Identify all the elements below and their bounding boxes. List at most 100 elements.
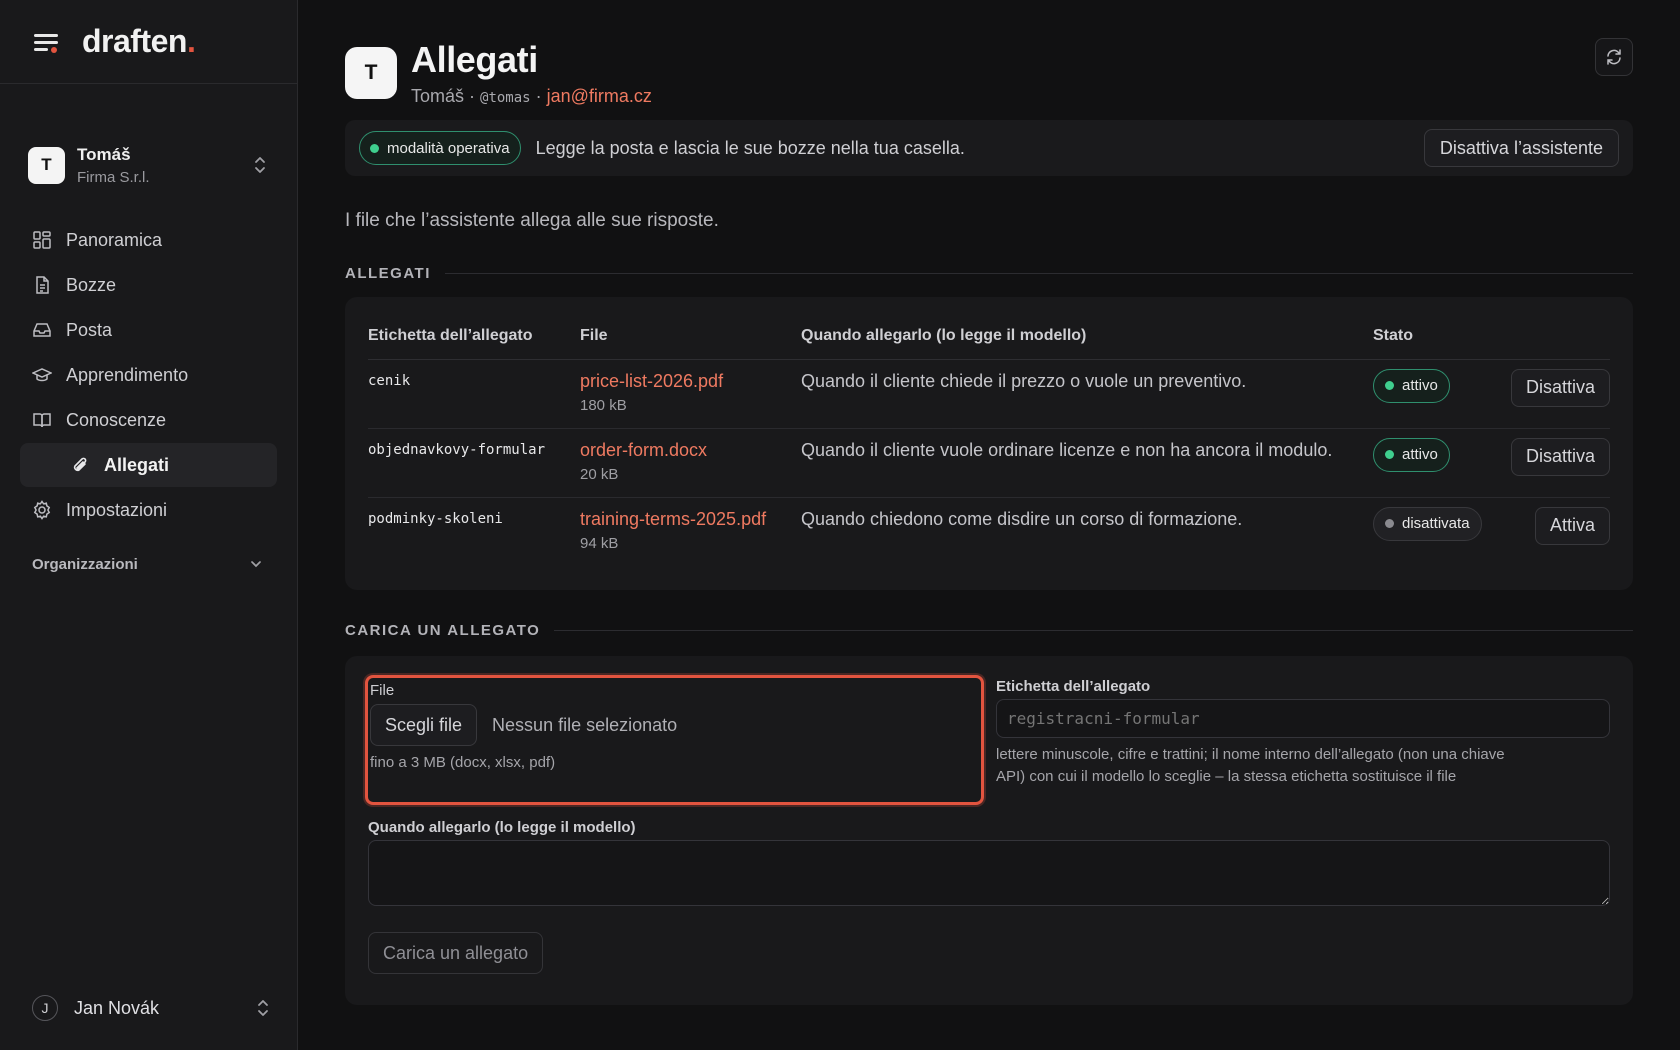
sidebar-item-bozze[interactable]: Bozze — [20, 263, 277, 307]
status-badge: attivo — [1373, 437, 1450, 472]
document-icon — [36, 276, 49, 294]
sidebar-item-conoscenze[interactable]: Conoscenze — [20, 398, 277, 442]
attachment-file-link[interactable]: training-terms-2025.pdf — [580, 509, 801, 530]
attachments-section-title: ALLEGATI — [345, 263, 1633, 283]
chevron-down-icon — [251, 561, 261, 568]
attachment-when: Quando chiedono come disdire un corso di… — [801, 508, 1243, 529]
meta-separator: · — [530, 86, 547, 106]
refresh-button[interactable] — [1595, 38, 1633, 76]
gear-icon — [33, 500, 51, 520]
upload-attachment-button[interactable]: Carica un allegato — [368, 932, 544, 974]
column-header-file: File — [580, 325, 801, 360]
graduation-cap-icon — [32, 368, 52, 382]
activate-button[interactable]: Attiva — [1534, 506, 1610, 545]
attachment-label: objednavkovy-formular — [368, 428, 580, 498]
attachment-label: podminky-skoleni — [368, 510, 503, 527]
attachment-file-size: 94 kB — [580, 534, 619, 552]
column-header-status: Stato — [1373, 325, 1507, 360]
status-label: disattivata — [1402, 515, 1470, 532]
sidebar-group-organizzazioni[interactable]: Organizzazioni — [0, 546, 297, 582]
chevron-up-down-icon — [258, 1000, 268, 1016]
user-menu[interactable]: J Jan Novák — [32, 990, 272, 1026]
status-badge: disattivata — [1373, 506, 1482, 541]
brand-logo[interactable]: draften. — [82, 23, 196, 60]
attachment-file-size: 20 kB — [580, 465, 619, 483]
attachment-file-link[interactable]: price-list-2026.pdf — [580, 371, 801, 392]
attachment-file-link[interactable]: order-form.docx — [580, 440, 801, 461]
status-label: attivo — [1402, 377, 1438, 394]
when-label: Quando allegarlo (lo legge il modello) — [368, 819, 636, 836]
org-switcher[interactable]: T Tomáš Firma S.r.l. — [0, 84, 297, 218]
sidebar-item-label: Conoscenze — [66, 409, 167, 430]
status-dot — [1385, 381, 1394, 390]
mode-pill-label: modalità operativa — [387, 139, 510, 157]
dashboard-icon — [33, 231, 51, 249]
no-file-text: Nessun file selezionato — [492, 714, 678, 735]
table-row: objednavkovy-formular order-form.docx 20 … — [368, 428, 1610, 498]
sidebar-item-allegati[interactable]: Allegati — [20, 443, 277, 487]
attachment-label-input[interactable] — [996, 699, 1610, 738]
sidebar-item-label: Posta — [66, 319, 113, 340]
column-header-when: Quando allegarlo (lo legge il modello) — [801, 325, 1373, 360]
attachment-when: Quando il cliente vuole ordinare licenze… — [801, 428, 1373, 498]
attachment-when: Quando il cliente chiede il prezzo o vuo… — [801, 359, 1373, 429]
attachment-label-help: lettere minuscole, cifre e trattini; il … — [996, 746, 1505, 785]
table-row: podminky-skoleni training-terms-2025.pdf… — [368, 497, 1610, 566]
section-title-text: CARICA UN ALLEGATO — [345, 621, 541, 639]
mode-description: Legge la posta e lascia le sue bozze nel… — [535, 137, 965, 158]
sidebar-item-label: Impostazioni — [66, 499, 168, 520]
main-content: T Allegati Tomáš · @tomas · jan@firma.cz… — [345, 0, 1633, 1005]
refresh-icon — [1607, 49, 1621, 65]
mode-status-badge: modalità operativa — [359, 131, 521, 165]
file-hint: fino a 3 MB (docx, xlsx, pdf) — [370, 754, 556, 771]
sidebar: draften. T Tomáš Firma S.r.l. Panoramica… — [0, 0, 298, 1050]
sidebar-item-apprendimento[interactable]: Apprendimento — [20, 353, 277, 397]
page-meta: Tomáš · @tomas · jan@firma.cz — [411, 86, 652, 107]
page-title: Allegati — [411, 39, 538, 80]
disable-assistant-button[interactable]: Disattiva l’assistente — [1423, 129, 1619, 167]
meta-separator: · — [464, 86, 481, 106]
sidebar-item-impostazioni[interactable]: Impostazioni — [20, 488, 277, 532]
brand-bar: draften. — [0, 0, 297, 84]
sidebar-item-label: Panoramica — [66, 229, 163, 250]
column-header-action — [1507, 325, 1610, 360]
deactivate-button[interactable]: Disattiva — [1510, 368, 1610, 407]
status-label: attivo — [1402, 446, 1438, 463]
org-avatar: T — [28, 146, 65, 184]
attachment-label: cenik — [368, 359, 580, 429]
menu-icon[interactable] — [32, 28, 60, 56]
inbox-icon — [33, 323, 51, 337]
section-title-text: ALLEGATI — [345, 264, 431, 282]
book-icon — [33, 413, 51, 428]
profile-avatar: T — [345, 47, 397, 99]
mode-banner: modalità operativa Legge la posta e lasc… — [345, 120, 1633, 176]
upload-card: File Scegli file Nessun file selezionato… — [345, 656, 1633, 1005]
sidebar-nav: Panoramica Bozze Posta Apprendimento Con… — [0, 218, 297, 532]
meta-handle: @tomas — [480, 90, 531, 106]
page-header: T Allegati Tomáš · @tomas · jan@firma.cz — [345, 0, 1633, 120]
attachments-table: Etichetta dell’allegato File Quando alle… — [368, 325, 1610, 566]
file-label: File — [370, 682, 395, 699]
table-header-row: Etichetta dell’allegato File Quando alle… — [368, 325, 1610, 360]
sidebar-item-panoramica[interactable]: Panoramica — [20, 218, 277, 262]
org-company: Firma S.r.l. — [77, 168, 150, 186]
file-upload-field[interactable]: File Scegli file Nessun file selezionato… — [365, 675, 984, 805]
table-row: cenik price-list-2026.pdf 180 kB Quando i… — [368, 359, 1610, 429]
sidebar-item-label: Allegati — [104, 454, 170, 475]
sidebar-item-posta[interactable]: Posta — [20, 308, 277, 352]
meta-email-link[interactable]: jan@firma.cz — [547, 86, 652, 106]
page-intro: I file che l’assistente allega alle sue … — [345, 210, 719, 231]
org-name: Tomáš — [77, 144, 131, 164]
when-textarea[interactable] — [368, 840, 1610, 906]
attachments-card: Etichetta dell’allegato File Quando alle… — [345, 297, 1633, 590]
choose-file-button[interactable]: Scegli file — [370, 704, 478, 746]
attachment-file-size: 180 kB — [580, 396, 627, 414]
attachment-label-label: Etichetta dell’allegato — [996, 678, 1151, 695]
user-name: Jan Novák — [74, 997, 160, 1018]
chevron-up-down-icon — [255, 157, 265, 173]
deactivate-button[interactable]: Disattiva — [1510, 437, 1610, 476]
sidebar-item-label: Bozze — [66, 274, 117, 295]
user-avatar: J — [32, 995, 58, 1021]
paperclip-icon — [73, 457, 87, 472]
status-dot — [1385, 450, 1394, 459]
